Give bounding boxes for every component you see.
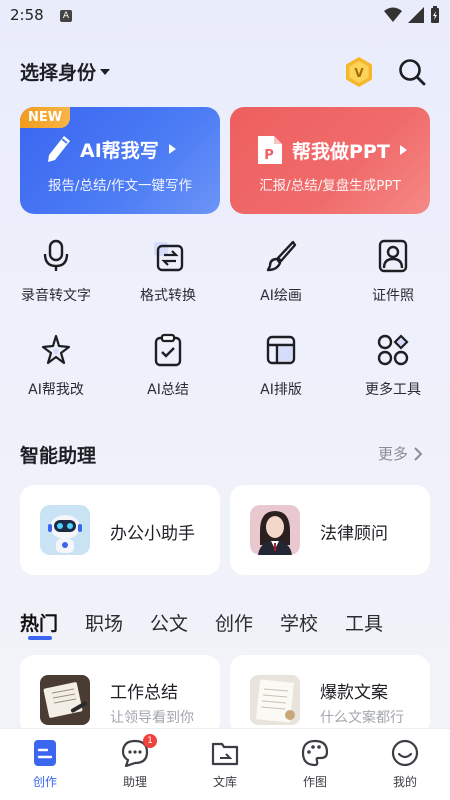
- arrow-right-icon: [168, 144, 176, 154]
- tool-ai-summary[interactable]: AI总结: [113, 333, 223, 399]
- ppt-file-icon: P: [258, 136, 282, 164]
- paintbrush-icon: [266, 240, 297, 272]
- layout-icon: [266, 335, 296, 365]
- arrow-right-icon: [399, 145, 407, 155]
- notification-icon: A: [60, 10, 72, 22]
- assistant-name: 办公小助手: [110, 524, 195, 544]
- nav-label: 我的: [392, 775, 417, 789]
- microphone-icon: [43, 239, 69, 271]
- robot-avatar: [40, 505, 90, 555]
- status-icons: [384, 6, 440, 24]
- assistant-legal[interactable]: 法律顾问: [230, 485, 430, 575]
- work-summary-thumbnail: [40, 675, 90, 725]
- tool-label: AI排版: [260, 382, 302, 398]
- ai-write-title: AI帮我写: [80, 139, 159, 162]
- nav-draw[interactable]: 作图: [270, 739, 360, 790]
- create-icon: [34, 740, 56, 766]
- tab-tools[interactable]: 工具: [345, 609, 383, 636]
- vip-badge[interactable]: V: [344, 56, 374, 88]
- active-tab-indicator: [28, 636, 52, 640]
- id-photo-icon: [378, 239, 408, 273]
- folder-icon: [211, 742, 239, 766]
- pencil-icon: [48, 136, 70, 162]
- tool-id-photo[interactable]: 证件照: [338, 239, 448, 305]
- new-badge: NEW: [20, 107, 71, 128]
- vip-hexagon-icon: V: [346, 57, 372, 87]
- doc-work-summary[interactable]: 工作总结 让领导看到你: [20, 655, 220, 735]
- search-button[interactable]: [398, 58, 426, 86]
- tab-creation[interactable]: 创作: [215, 609, 253, 636]
- tool-ai-paint[interactable]: AI绘画: [226, 239, 336, 305]
- ai-write-subtitle: 报告/总结/作文一键写作: [47, 178, 193, 194]
- doc-title: 爆款文案: [320, 683, 388, 703]
- viral-copy-thumbnail: [250, 675, 300, 725]
- tool-speech-to-text[interactable]: 录音转文字: [1, 239, 111, 305]
- doc-subtitle: 让领导看到你: [110, 710, 194, 726]
- unread-badge: 1: [143, 734, 157, 748]
- sparkle-edit-icon: [41, 334, 71, 365]
- search-icon: [399, 59, 426, 86]
- category-tabs: 热门 职场 公文 创作 学校 工具: [20, 609, 430, 645]
- ppt-title: 帮我做PPT: [292, 140, 390, 163]
- nav-label: 创作: [32, 775, 57, 789]
- svg-text:V: V: [354, 66, 364, 80]
- tool-label: 更多工具: [365, 382, 421, 398]
- identity-selector[interactable]: 选择身份: [20, 58, 111, 85]
- smile-icon: [391, 739, 419, 767]
- chevron-right-icon: [414, 446, 422, 461]
- tab-school[interactable]: 学校: [280, 609, 318, 636]
- chat-icon-wrap: 1: [121, 734, 157, 768]
- tool-label: AI总结: [147, 382, 189, 398]
- signal-icon: [408, 7, 424, 23]
- status-bar: 2:58 A: [0, 0, 450, 32]
- nav-create[interactable]: 创作: [0, 739, 90, 790]
- wifi-icon: [384, 7, 402, 22]
- tool-format-convert[interactable]: 格式转换: [113, 239, 223, 305]
- nav-assistant[interactable]: 1 助理: [90, 734, 180, 790]
- doc-viral-copy[interactable]: 爆款文案 什么文案都行: [230, 655, 430, 735]
- tool-ai-edit[interactable]: AI帮我改: [1, 333, 111, 399]
- header: 选择身份 V: [20, 54, 430, 90]
- assistant-office[interactable]: 办公小助手: [20, 485, 220, 575]
- ppt-title-row: P 帮我做PPT: [256, 134, 407, 166]
- identity-label: 选择身份: [20, 62, 97, 84]
- palette-icon: [301, 739, 329, 767]
- battery-icon: [431, 6, 439, 23]
- bottom-nav: 创作 1 助理 文库 作图 我的: [0, 728, 450, 800]
- ppt-subtitle: 汇报/总结/复盘生成PPT: [259, 178, 401, 194]
- format-convert-icon: [154, 242, 184, 272]
- status-time: 2:58: [10, 6, 44, 24]
- assistant-name: 法律顾问: [320, 524, 388, 544]
- assistants-title: 智能助理: [20, 445, 97, 467]
- tab-workplace[interactable]: 职场: [85, 609, 123, 636]
- doc-subtitle: 什么文案都行: [320, 710, 404, 726]
- nav-profile[interactable]: 我的: [360, 739, 450, 790]
- clipboard-check-icon: [154, 333, 182, 367]
- tool-more[interactable]: 更多工具: [338, 333, 448, 399]
- svg-text:P: P: [264, 148, 274, 163]
- nav-label: 文库: [212, 775, 237, 789]
- tool-label: 格式转换: [140, 288, 196, 304]
- assistants-more-link[interactable]: 更多: [378, 443, 422, 464]
- more-label: 更多: [377, 445, 408, 463]
- lawyer-avatar: [250, 505, 300, 555]
- ppt-card[interactable]: P 帮我做PPT 汇报/总结/复盘生成PPT: [230, 107, 430, 214]
- doc-title: 工作总结: [110, 683, 178, 703]
- nav-library[interactable]: 文库: [180, 739, 270, 790]
- grid-more-icon: [377, 334, 409, 366]
- caret-down-icon: [100, 68, 111, 75]
- nav-label: 助理: [122, 775, 147, 789]
- tool-ai-layout[interactable]: AI排版: [226, 333, 336, 399]
- tab-hot[interactable]: 热门: [20, 609, 58, 636]
- tab-official-docs[interactable]: 公文: [150, 609, 188, 636]
- tool-label: AI帮我改: [28, 382, 84, 398]
- ai-write-title-row: AI帮我写: [46, 134, 176, 164]
- ai-write-card[interactable]: NEW AI帮我写 报告/总结/作文一键写作: [20, 107, 220, 214]
- tool-label: 证件照: [372, 288, 414, 304]
- tool-label: AI绘画: [260, 288, 302, 304]
- tool-label: 录音转文字: [21, 288, 91, 304]
- nav-label: 作图: [302, 775, 327, 789]
